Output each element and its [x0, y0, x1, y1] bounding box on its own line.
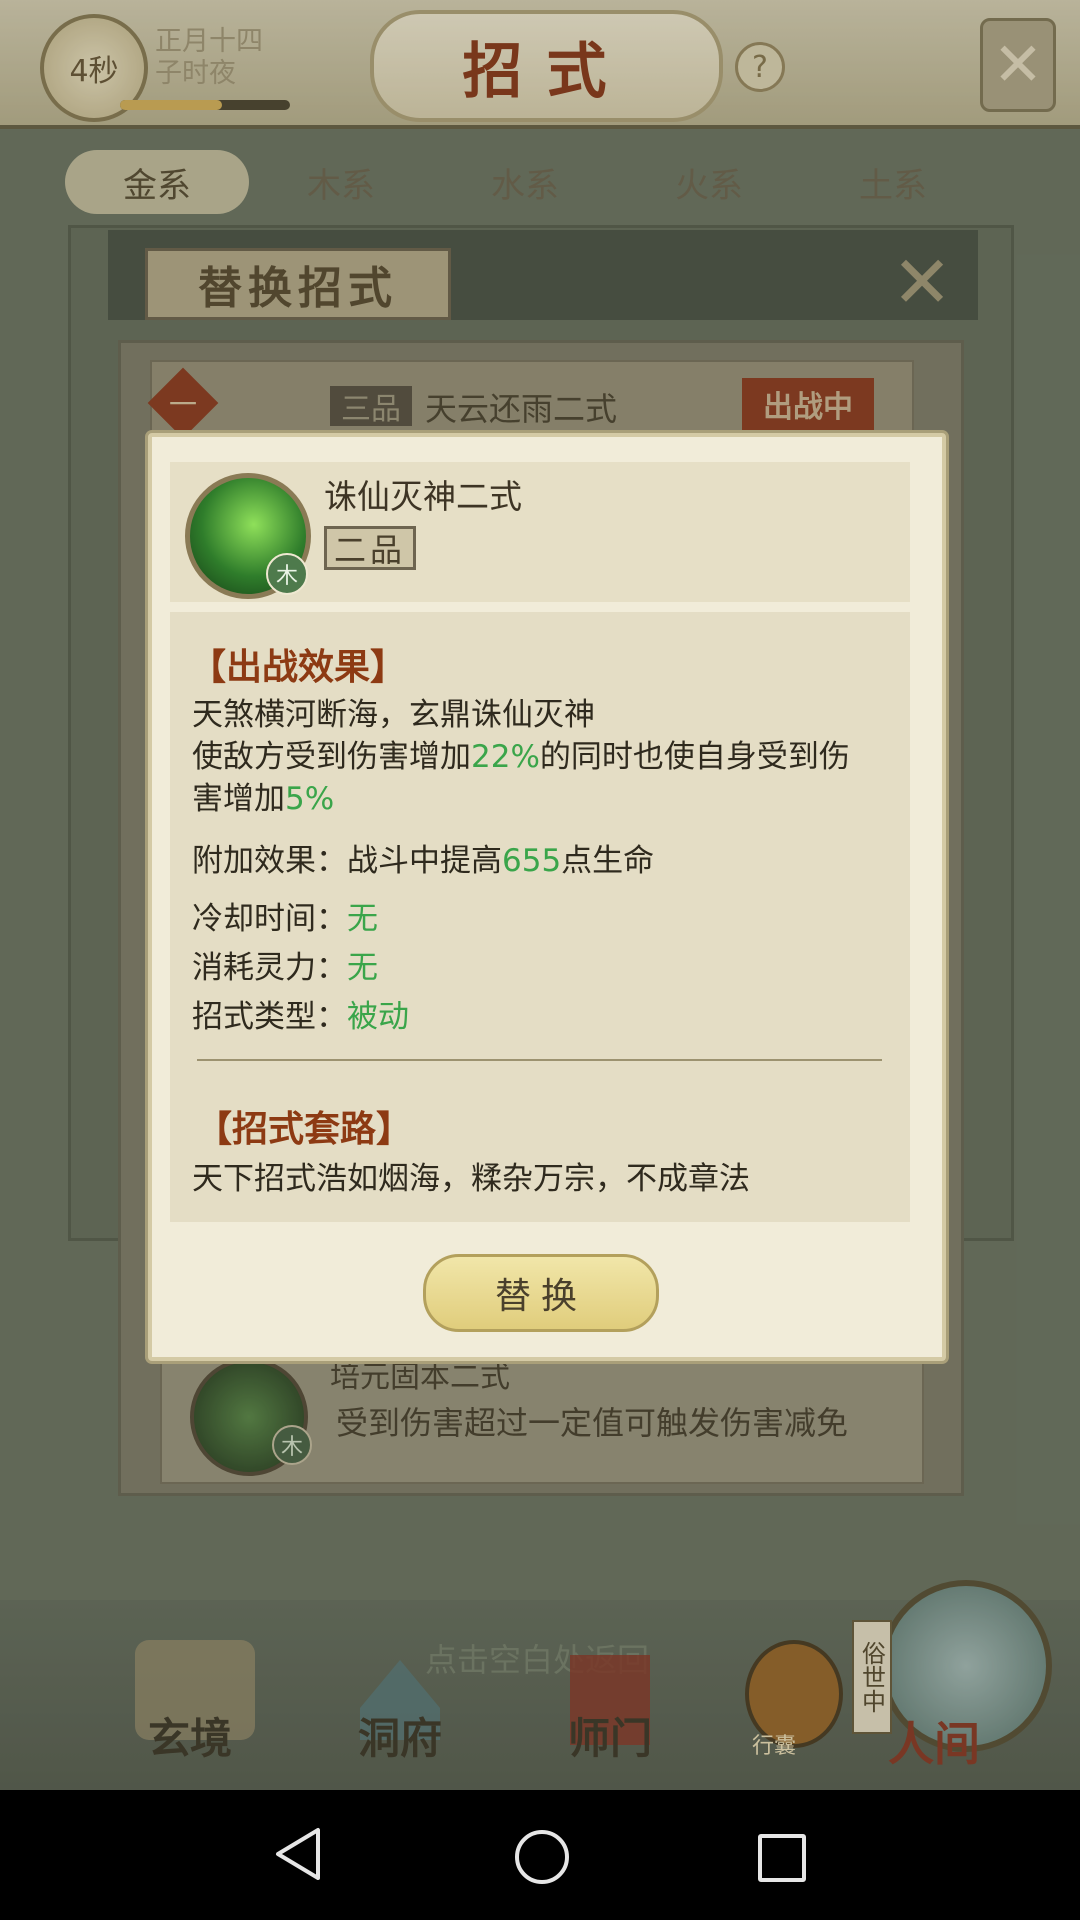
- effect-text: 使敌方受到伤害增加: [192, 739, 471, 775]
- type-label: 招式类型：: [192, 999, 347, 1035]
- home-icon[interactable]: [515, 1830, 569, 1884]
- bonus-value: 655: [502, 843, 562, 879]
- back-icon[interactable]: [272, 1826, 324, 1882]
- effect-text: 的同时也使自身受到伤: [539, 739, 850, 775]
- effect-text: 害增加: [192, 781, 285, 817]
- tier-badge: 二品: [324, 526, 416, 570]
- route-title: 【招式套路】: [196, 1108, 413, 1150]
- bonus-suffix: 点生命: [561, 843, 655, 879]
- skill-name: 诛仙灭神二式: [324, 477, 522, 516]
- recent-apps-icon[interactable]: [758, 1834, 806, 1882]
- bonus-effect: 附加效果：战斗中提高655点生命: [192, 840, 654, 882]
- self-damage-percent: 5%: [285, 781, 335, 817]
- cooldown-row: 冷却时间：无: [192, 898, 378, 940]
- cooldown-label: 冷却时间：: [192, 901, 347, 937]
- damage-percent: 22%: [471, 739, 540, 775]
- replace-button[interactable]: 替换: [423, 1254, 659, 1332]
- cost-row: 消耗灵力：无: [192, 947, 378, 989]
- cost-value: 无: [347, 950, 378, 986]
- type-row: 招式类型：被动: [192, 996, 409, 1038]
- bonus-label: 附加效果：战斗中提高: [192, 843, 502, 879]
- divider: [197, 1059, 882, 1061]
- route-text: 天下招式浩如烟海，糅杂万宗，不成章法: [192, 1161, 750, 1197]
- cooldown-value: 无: [347, 901, 378, 937]
- effect-title: 【出战效果】: [190, 646, 407, 688]
- effect-line: 使敌方受到伤害增加22%的同时也使自身受到伤: [192, 736, 850, 778]
- effect-line: 天煞横河断海，玄鼎诛仙灭神: [192, 697, 595, 733]
- type-value: 被动: [347, 999, 409, 1035]
- element-badge: 木: [266, 553, 308, 595]
- cost-label: 消耗灵力：: [192, 950, 347, 986]
- effect-line: 害增加5%: [192, 778, 334, 820]
